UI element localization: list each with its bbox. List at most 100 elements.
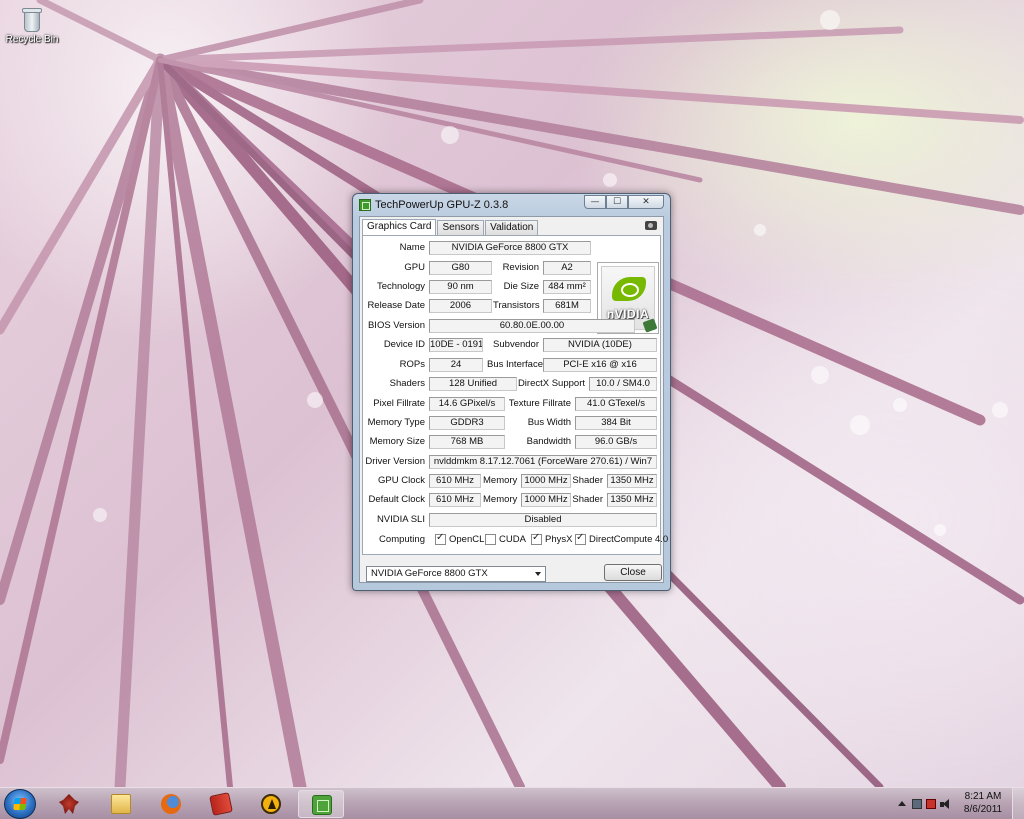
row-default-clock: Default Clock 610 MHz Memory 1000 MHz Sh… [363,492,662,508]
taskbar-aim[interactable] [248,790,294,818]
row-shaders: Shaders 128 Unified DirectX Support 10.0… [363,376,662,392]
label-gpu: GPU [404,262,425,273]
value-gpu: G80 [429,261,492,275]
gpuz-app-icon [359,199,371,211]
row-device-id: Device ID 10DE - 0191 Subvendor NVIDIA (… [363,337,662,353]
value-bios: 60.80.0E.00.00 [429,319,635,333]
label-release-date: Release Date [367,300,425,311]
value-device-id: 10DE - 0191 [429,338,483,352]
red-creature-icon [59,794,79,814]
value-revision: A2 [543,261,591,275]
network-icon[interactable] [926,799,936,809]
desktop-icon-recycle-bin[interactable]: Recycle Bin [4,6,60,45]
taskbar: 8:21 AM 8/6/2011 [0,787,1024,819]
value-memory-size: 768 MB [429,435,505,449]
label-shaders: Shaders [389,378,425,389]
taskbar-app-1[interactable] [46,790,92,818]
graphics-card-panel: Name NVIDIA GeForce 8800 GTX GPU G80 Rev… [362,235,668,555]
row-driver: Driver Version nvlddmkm 8.17.12.7061 (Fo… [363,454,662,470]
value-bus-interface: PCI-E x16 @ x16 [543,358,657,372]
value-sli: Disabled [429,513,657,527]
title-bar[interactable]: TechPowerUp GPU-Z 0.3.8 — ☐ ✕ [353,194,670,216]
row-gpu-clock: GPU Clock 610 MHz Memory 1000 MHz Shader… [363,473,662,489]
checkbox-directcompute[interactable] [575,532,586,545]
value-name: NVIDIA GeForce 8800 GTX [429,241,591,255]
value-driver: nvlddmkm 8.17.12.7061 (ForceWare 270.61)… [429,455,657,469]
value-die-size: 484 mm² [543,280,591,294]
card-select-value: NVIDIA GeForce 8800 GTX [371,568,488,579]
firefox-icon [161,794,181,814]
gpuz-icon [312,795,332,815]
label-die-size: Die Size [503,281,539,292]
label-texture-fillrate: Texture Fillrate [508,398,571,409]
label-rops: ROPs [399,359,425,370]
taskbar-explorer[interactable] [98,790,144,818]
tab-sensors[interactable]: Sensors [437,220,485,235]
value-directx: 10.0 / SM4.0 [589,377,657,391]
label-computing: Computing [379,534,425,545]
label-bus-interface: Bus Interface [487,359,543,370]
label-pixel-fillrate: Pixel Fillrate [373,398,425,409]
row-name: Name NVIDIA GeForce 8800 GTX [363,240,662,256]
value-technology: 90 nm [429,280,492,294]
value-default-shader: 1350 MHz [607,493,657,507]
close-window-button[interactable]: ✕ [628,195,664,209]
start-button[interactable] [4,789,36,819]
maximize-button[interactable]: ☐ [606,195,628,209]
label-bios: BIOS Version [367,320,425,331]
value-bus-width: 384 Bit [575,416,657,430]
checkbox-directcompute-label: DirectCompute 4.0 [589,534,669,545]
checkbox-cuda[interactable] [485,534,496,545]
value-default-clock: 610 MHz [429,493,481,507]
value-texture-fillrate: 41.0 GTexel/s [575,397,657,411]
label-technology: Technology [376,281,425,292]
value-release-date: 2006 [429,299,492,313]
label-driver: Driver Version [365,456,425,467]
card-select-dropdown[interactable]: NVIDIA GeForce 8800 GTX [366,566,546,582]
value-memory-clock: 1000 MHz [521,474,571,488]
label-directx: DirectX Support [517,378,585,389]
camera-icon[interactable] [645,221,657,230]
taskbar-book[interactable] [198,790,244,818]
value-default-memory: 1000 MHz [521,493,571,507]
minimize-button[interactable]: — [584,195,606,209]
tab-validation[interactable]: Validation [485,220,539,235]
label-bus-width: Bus Width [527,417,571,428]
system-tray: 8:21 AM 8/6/2011 [896,788,1024,819]
clock-time: 8:21 AM [964,791,1002,802]
checkbox-physx-label: PhysX [545,534,573,545]
label-memory-size: Memory Size [369,436,425,447]
tab-graphics-card[interactable]: Graphics Card [362,219,437,235]
taskbar-gpuz[interactable] [298,790,344,818]
label-bandwidth: Bandwidth [526,436,571,447]
action-center-icon[interactable] [912,799,922,809]
close-button[interactable]: Close [604,564,662,581]
show-hidden-icons-icon[interactable] [898,801,906,806]
value-bandwidth: 96.0 GB/s [575,435,657,449]
row-fillrate: Pixel Fillrate 14.6 GPixel/s Texture Fil… [363,396,662,412]
taskbar-firefox[interactable] [148,790,194,818]
row-sli: NVIDIA SLI Disabled [363,512,662,528]
value-rops: 24 [429,358,483,372]
tab-strip: Graphics Card Sensors Validation [362,219,539,236]
label-subvendor: Subvendor [493,339,539,350]
label-gpu-clock: GPU Clock [378,475,425,486]
row-memory-type: Memory Type GDDR3 Bus Width 384 Bit [363,415,662,431]
label-device-id: Device ID [383,339,425,350]
bios-save-icon[interactable] [642,318,658,333]
show-desktop-button[interactable] [1012,788,1024,819]
volume-icon[interactable] [940,799,952,809]
checkbox-opencl[interactable] [435,532,446,545]
checkbox-cuda-label: CUDA [499,534,526,545]
label-memory-type: Memory Type [367,417,425,428]
value-pixel-fillrate: 14.6 GPixel/s [429,397,505,411]
checkbox-opencl-label: OpenCL [449,534,485,545]
gpuz-window[interactable]: TechPowerUp GPU-Z 0.3.8 — ☐ ✕ Graphics C… [352,193,671,591]
value-subvendor: NVIDIA (10DE) [543,338,657,352]
clock[interactable]: 8:21 AM 8/6/2011 [958,790,1008,816]
label-name: Name [399,242,425,253]
recycle-bin-icon [21,6,43,32]
nvidia-eye-icon [612,277,646,301]
label-revision: Revision [502,262,539,273]
checkbox-physx[interactable] [531,532,542,545]
